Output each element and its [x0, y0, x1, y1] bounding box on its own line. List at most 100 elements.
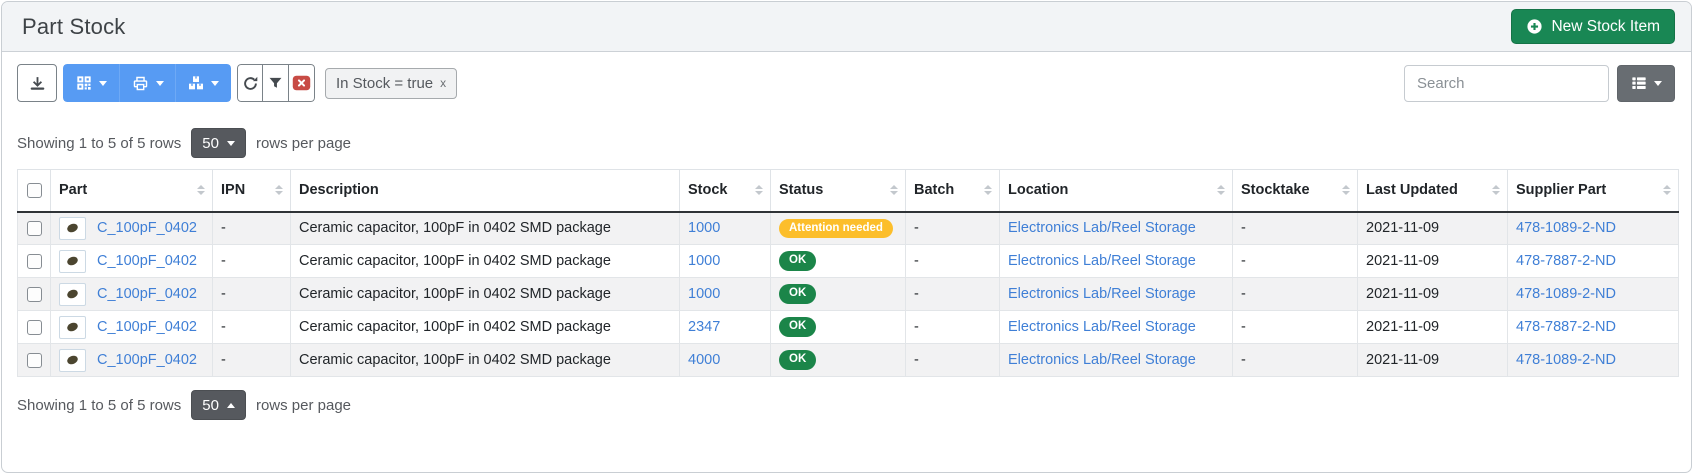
- new-stock-item-button[interactable]: New Stock Item: [1511, 9, 1675, 44]
- column-header-status[interactable]: Status: [771, 170, 906, 212]
- page-size-dropdown[interactable]: 50: [191, 128, 246, 158]
- sort-icon: [1663, 185, 1671, 195]
- location-link[interactable]: Electronics Lab/Reel Storage: [1008, 352, 1196, 368]
- page-title: Part Stock: [22, 14, 125, 40]
- plus-circle-icon: [1526, 18, 1543, 35]
- row-checkbox[interactable]: [27, 320, 42, 335]
- stock-quantity-link[interactable]: 1000: [688, 286, 720, 302]
- row-checkbox[interactable]: [27, 254, 42, 269]
- filter-chip-remove[interactable]: x: [440, 76, 446, 90]
- pagination-info: Showing 1 to 5 of 5 rows: [17, 397, 181, 414]
- last-updated-value: 2021-11-09: [1366, 286, 1439, 302]
- export-download-button[interactable]: [17, 64, 57, 102]
- rows-per-page-label: rows per page: [256, 135, 351, 152]
- stocktake-value: -: [1241, 220, 1246, 236]
- location-link[interactable]: Electronics Lab/Reel Storage: [1008, 319, 1196, 335]
- column-header-stock[interactable]: Stock: [680, 170, 771, 212]
- row-checkbox[interactable]: [27, 221, 42, 236]
- column-header-last-updated[interactable]: Last Updated: [1358, 170, 1508, 212]
- status-badge: Attention needed: [779, 219, 893, 239]
- page-size-dropdown[interactable]: 50: [191, 390, 246, 420]
- remove-filters-button[interactable]: [289, 64, 315, 102]
- table-tools-group: [237, 64, 315, 102]
- chevron-up-icon: [227, 403, 235, 408]
- sort-icon: [890, 185, 898, 195]
- status-badge: OK: [779, 251, 816, 271]
- location-link[interactable]: Electronics Lab/Reel Storage: [1008, 220, 1196, 236]
- row-checkbox[interactable]: [27, 353, 42, 368]
- part-thumbnail: [59, 349, 86, 372]
- stocktake-value: -: [1241, 352, 1246, 368]
- status-badge: OK: [779, 284, 816, 304]
- status-badge: OK: [779, 317, 816, 337]
- part-link[interactable]: C_100pF_0402: [97, 352, 197, 368]
- filter-remove-icon: [292, 75, 311, 91]
- part-thumbnail: [59, 250, 86, 273]
- filter-icon: [268, 76, 283, 91]
- sort-icon: [984, 185, 992, 195]
- page-size-value: 50: [202, 397, 219, 414]
- part-link[interactable]: C_100pF_0402: [97, 253, 197, 269]
- column-header-part[interactable]: Part: [51, 170, 213, 212]
- download-icon: [29, 75, 46, 92]
- refresh-button[interactable]: [237, 64, 263, 102]
- sort-icon: [197, 185, 205, 195]
- filter-chip[interactable]: In Stock = true x: [325, 68, 457, 99]
- part-link[interactable]: C_100pF_0402: [97, 319, 197, 335]
- part-link[interactable]: C_100pF_0402: [97, 286, 197, 302]
- column-header-description[interactable]: Description: [291, 170, 680, 212]
- columns-button[interactable]: [1617, 65, 1675, 102]
- stock-actions-button[interactable]: [175, 64, 231, 102]
- pagination-top: Showing 1 to 5 of 5 rows 50 rows per pag…: [17, 128, 1675, 158]
- column-header-ipn[interactable]: IPN: [213, 170, 291, 212]
- print-actions-button[interactable]: [119, 64, 175, 102]
- stocktake-value: -: [1241, 253, 1246, 269]
- filter-button[interactable]: [263, 64, 289, 102]
- table-row: C_100pF_0402 - Ceramic capacitor, 100pF …: [18, 344, 1679, 377]
- stock-quantity-link[interactable]: 4000: [688, 352, 720, 368]
- chevron-down-icon: [211, 81, 219, 86]
- supplier-part-link[interactable]: 478-7887-2-ND: [1516, 319, 1616, 335]
- sort-icon: [275, 185, 283, 195]
- table-row: C_100pF_0402 - Ceramic capacitor, 100pF …: [18, 212, 1679, 245]
- panel-header: Part Stock New Stock Item: [2, 2, 1691, 52]
- stock-quantity-link[interactable]: 1000: [688, 253, 720, 269]
- sort-icon: [1492, 185, 1500, 195]
- column-header-location[interactable]: Location: [1000, 170, 1233, 212]
- pagination-info: Showing 1 to 5 of 5 rows: [17, 135, 181, 152]
- supplier-part-link[interactable]: 478-7887-2-ND: [1516, 253, 1616, 269]
- barcode-actions-button[interactable]: [63, 64, 119, 102]
- qrcode-icon: [76, 75, 92, 91]
- location-link[interactable]: Electronics Lab/Reel Storage: [1008, 286, 1196, 302]
- description-value: Ceramic capacitor, 100pF in 0402 SMD pac…: [299, 286, 611, 302]
- stock-quantity-link[interactable]: 2347: [688, 319, 720, 335]
- supplier-part-link[interactable]: 478-1089-2-ND: [1516, 286, 1616, 302]
- part-thumbnail: [59, 217, 86, 240]
- select-all-checkbox[interactable]: [27, 183, 42, 198]
- chevron-down-icon: [99, 81, 107, 86]
- chevron-down-icon: [227, 141, 235, 146]
- column-header-stocktake[interactable]: Stocktake: [1233, 170, 1358, 212]
- stock-quantity-link[interactable]: 1000: [688, 220, 720, 236]
- sort-icon: [1342, 185, 1350, 195]
- part-thumbnail: [59, 316, 86, 339]
- table-row: C_100pF_0402 - Ceramic capacitor, 100pF …: [18, 311, 1679, 344]
- chevron-down-icon: [156, 81, 164, 86]
- toolbar: In Stock = true x: [17, 64, 1675, 102]
- rows-per-page-label: rows per page: [256, 397, 351, 414]
- boxes-icon: [188, 75, 204, 91]
- column-header-batch[interactable]: Batch: [906, 170, 1000, 212]
- supplier-part-link[interactable]: 478-1089-2-ND: [1516, 352, 1616, 368]
- row-checkbox[interactable]: [27, 287, 42, 302]
- part-link[interactable]: C_100pF_0402: [97, 220, 197, 236]
- ipn-value: -: [221, 286, 226, 302]
- stocktake-value: -: [1241, 286, 1246, 302]
- location-link[interactable]: Electronics Lab/Reel Storage: [1008, 253, 1196, 269]
- search-input[interactable]: [1404, 65, 1609, 102]
- select-all-header[interactable]: [18, 170, 51, 212]
- supplier-part-link[interactable]: 478-1089-2-ND: [1516, 220, 1616, 236]
- batch-value: -: [914, 286, 919, 302]
- column-header-supplier-part[interactable]: Supplier Part: [1508, 170, 1679, 212]
- new-stock-item-label: New Stock Item: [1551, 18, 1660, 36]
- chevron-down-icon: [1654, 81, 1662, 86]
